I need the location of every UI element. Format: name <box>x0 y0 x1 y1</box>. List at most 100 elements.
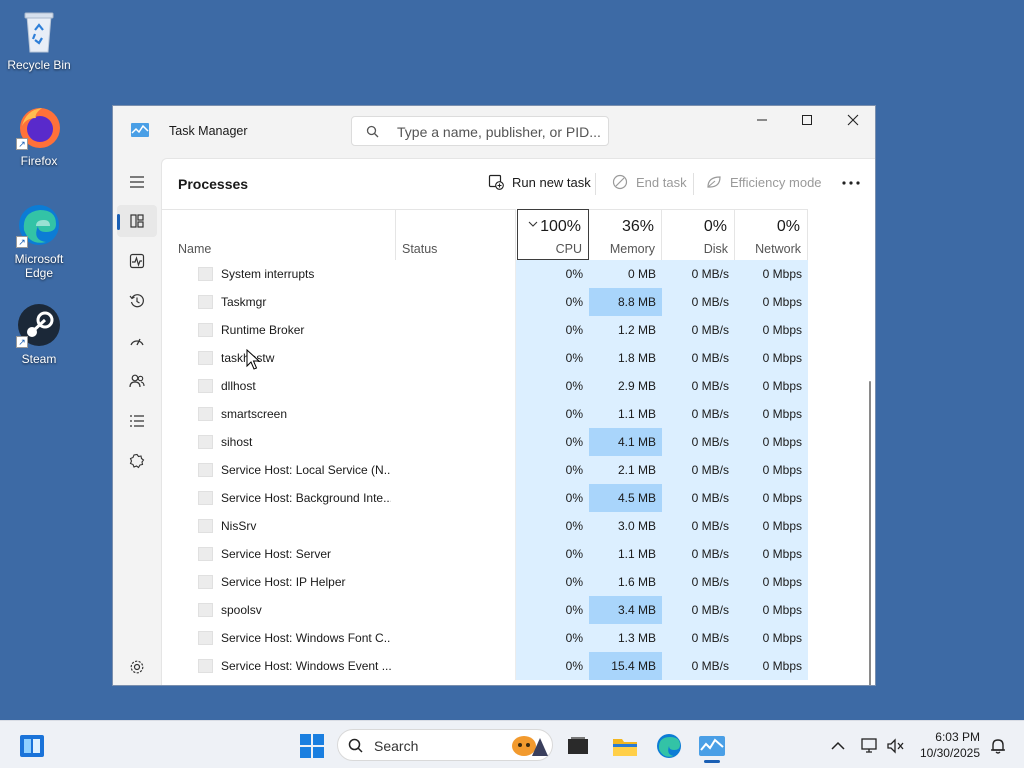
title-bar[interactable]: Task Manager Type a name, publisher, or … <box>113 106 875 158</box>
services-icon <box>129 453 145 469</box>
run-new-task-button[interactable]: Run new task <box>488 174 591 190</box>
process-row[interactable]: dllhost 0% 2.9 MB 0 MB/s 0 Mbps <box>162 372 875 400</box>
shortcut-arrow-icon: ↗ <box>16 138 28 150</box>
process-row[interactable]: Taskmgr 0% 8.8 MB 0 MB/s 0 Mbps <box>162 288 875 316</box>
process-row[interactable]: spoolsv 0% 3.4 MB 0 MB/s 0 Mbps <box>162 596 875 624</box>
process-disk: 0 MB/s <box>662 400 735 428</box>
process-row[interactable]: NisSrv 0% 3.0 MB 0 MB/s 0 Mbps <box>162 512 875 540</box>
end-task-label: End task <box>636 174 687 190</box>
process-icon <box>198 659 213 673</box>
efficiency-mode-button[interactable]: Efficiency mode <box>706 174 822 190</box>
process-status <box>396 540 516 568</box>
process-row[interactable]: smartscreen 0% 1.1 MB 0 MB/s 0 Mbps <box>162 400 875 428</box>
edge-icon: ↗ <box>16 202 62 248</box>
hamburger-menu-button[interactable] <box>117 166 157 198</box>
process-name: Runtime Broker <box>221 323 305 337</box>
desktop-icon-firefox[interactable]: ↗ Firefox <box>4 104 74 168</box>
process-status <box>396 344 516 372</box>
show-hidden-icons-button[interactable] <box>822 730 854 762</box>
nav-services[interactable] <box>117 445 157 477</box>
process-row[interactable]: Service Host: Server 0% 1.1 MB 0 MB/s 0 Mbps <box>162 540 875 568</box>
process-memory: 4.1 MB <box>589 428 662 456</box>
process-search-input[interactable]: Type a name, publisher, or PID... <box>351 116 609 146</box>
maximize-button[interactable] <box>784 106 830 134</box>
process-row[interactable]: System interrupts 0% 0 MB 0 MB/s 0 Mbps <box>162 260 875 288</box>
process-disk: 0 MB/s <box>662 428 735 456</box>
process-row[interactable]: Service Host: IP Helper 0% 1.6 MB 0 MB/s 0 M… <box>162 568 875 596</box>
disk-header-label: Disk <box>703 242 728 256</box>
taskbar-search-input[interactable]: Search <box>337 729 553 761</box>
process-icon <box>198 519 213 533</box>
process-network: 0 Mbps <box>735 540 808 568</box>
process-name: System interrupts <box>221 267 315 281</box>
column-header-status[interactable]: Status <box>396 209 516 260</box>
process-disk: 0 MB/s <box>662 316 735 344</box>
volume-tray-button[interactable] <box>880 730 912 762</box>
process-row[interactable]: Service Host: Background Inte... 0% 4.5 MB… <box>162 484 875 512</box>
process-network: 0 Mbps <box>735 624 808 652</box>
process-list: System interrupts 0% 0 MB 0 MB/s 0 Mbps Taskm… <box>162 260 875 680</box>
process-disk: 0 MB/s <box>662 596 735 624</box>
chevron-up-icon <box>831 741 845 750</box>
search-icon <box>366 125 379 143</box>
column-header-memory[interactable]: 36% Memory <box>589 209 662 260</box>
process-network: 0 Mbps <box>735 400 808 428</box>
process-network: 0 Mbps <box>735 512 808 540</box>
process-row[interactable]: Runtime Broker 0% 1.2 MB 0 MB/s 0 Mbps <box>162 316 875 344</box>
search-placeholder: Type a name, publisher, or PID... <box>397 124 601 140</box>
desktop-icon-label: Firefox <box>20 154 58 168</box>
vertical-scrollbar[interactable] <box>869 381 871 685</box>
process-status <box>396 568 516 596</box>
start-button[interactable] <box>296 730 328 762</box>
task-manager-taskbar-button[interactable] <box>696 730 728 762</box>
task-view-button[interactable] <box>562 730 594 762</box>
file-explorer-button[interactable] <box>609 730 641 762</box>
process-row[interactable]: taskhostw0%1.8 MB0 MB/s0 Mbps <box>162 344 875 372</box>
process-memory: 2.1 MB <box>589 456 662 484</box>
widgets-button[interactable] <box>16 730 48 762</box>
minimize-icon <box>757 119 767 121</box>
desktop-icon-recycle-bin[interactable]: Recycle Bin <box>4 8 74 72</box>
nav-app-history[interactable] <box>117 285 157 317</box>
cpu-total-percent: 100% <box>540 218 581 235</box>
close-button[interactable] <box>830 106 875 134</box>
process-row[interactable]: Service Host: Windows Event ... 0% 15.4 MB… <box>162 652 875 680</box>
column-header-name[interactable]: Name <box>162 209 396 260</box>
desktop-icon-label: Recycle Bin <box>7 58 71 72</box>
nav-startup-apps[interactable] <box>117 325 157 357</box>
desktop-icon-label: Microsoft Edge <box>14 252 64 280</box>
nav-performance[interactable] <box>117 245 157 277</box>
more-options-button[interactable] <box>842 181 860 185</box>
process-cpu: 0% <box>516 456 589 484</box>
column-header-cpu[interactable]: 100% CPU <box>517 209 589 260</box>
desktop-icon-steam[interactable]: ↗ Steam <box>4 302 74 366</box>
more-options-icon <box>842 181 860 185</box>
minimize-button[interactable] <box>739 106 785 134</box>
edge-taskbar-button[interactable] <box>653 730 685 762</box>
process-row[interactable]: sihost 0% 4.1 MB 0 MB/s 0 Mbps <box>162 428 875 456</box>
active-app-indicator <box>704 760 720 763</box>
sort-chevron-icon <box>528 214 538 232</box>
process-cpu: 0% <box>516 428 589 456</box>
nav-users[interactable] <box>117 365 157 397</box>
end-task-button[interactable]: End task <box>612 174 687 190</box>
process-network: 0 Mbps <box>735 372 808 400</box>
nav-settings[interactable] <box>117 651 157 683</box>
maximize-icon <box>802 115 812 125</box>
process-cpu: 0% <box>516 344 589 372</box>
steam-icon: ↗ <box>16 302 62 348</box>
taskbar: Search 6:03 PM 10/30/2025 <box>0 720 1024 768</box>
nav-details[interactable] <box>117 405 157 437</box>
process-memory: 1.3 MB <box>589 624 662 652</box>
process-row[interactable]: Service Host: Local Service (N... 0% 2.1 M… <box>162 456 875 484</box>
process-row[interactable]: Service Host: Windows Font C... 0% 1.3 MB 0… <box>162 624 875 652</box>
column-header-network[interactable]: 0% Network <box>735 209 808 260</box>
recycle-bin-icon <box>16 8 62 54</box>
notifications-button[interactable] <box>982 730 1014 762</box>
process-cpu: 0% <box>516 400 589 428</box>
nav-processes[interactable] <box>117 205 157 237</box>
process-cpu: 0% <box>516 288 589 316</box>
desktop-icon-edge[interactable]: ↗ Microsoft Edge <box>4 202 74 280</box>
column-header-disk[interactable]: 0% Disk <box>662 209 735 260</box>
system-clock[interactable]: 6:03 PM 10/30/2025 <box>920 729 980 761</box>
